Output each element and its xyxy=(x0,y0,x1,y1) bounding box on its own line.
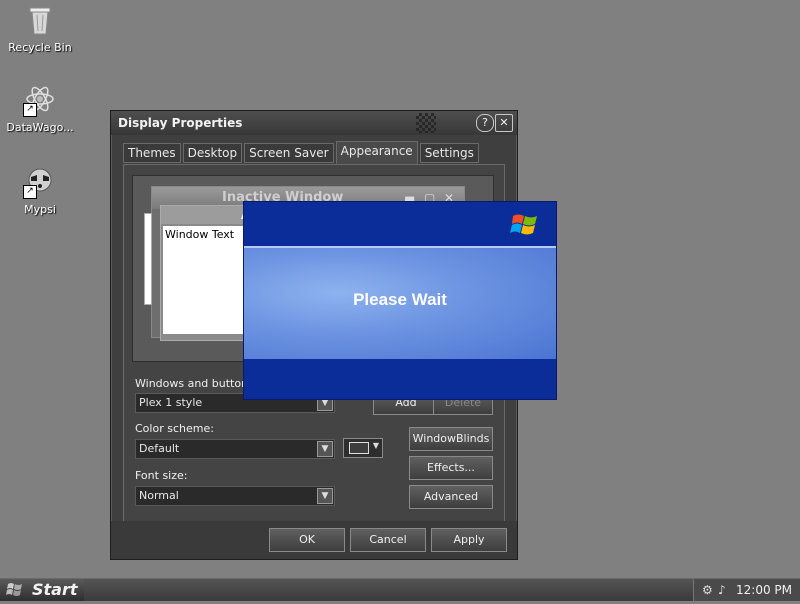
start-logo-icon xyxy=(6,582,24,598)
chevron-down-icon: ▼ xyxy=(317,441,333,457)
please-wait-text: Please Wait xyxy=(353,290,447,309)
tab-desktop[interactable]: Desktop xyxy=(182,143,243,163)
chevron-down-icon: ▼ xyxy=(372,441,379,450)
please-wait-overlay: Please Wait xyxy=(243,201,557,400)
clock[interactable]: 12:00 PM xyxy=(736,579,792,601)
desktop-icon-mypsi[interactable]: ↗ Mypsi xyxy=(0,165,80,216)
help-button[interactable]: ? xyxy=(476,114,494,132)
tab-appearance[interactable]: Appearance xyxy=(335,141,418,164)
windows-buttons-label: Windows and buttons: xyxy=(135,377,258,390)
apply-button[interactable]: Apply xyxy=(431,528,507,552)
close-button[interactable]: ✕ xyxy=(495,114,513,132)
font-size-value: Normal xyxy=(139,489,179,502)
color-scheme-label: Color scheme: xyxy=(135,422,214,435)
ok-button[interactable]: OK xyxy=(269,528,345,552)
mypsi-icon: ↗ xyxy=(23,165,57,199)
tab-strip: Themes Desktop Screen Saver Appearance S… xyxy=(123,141,481,164)
dialog-title: Display Properties xyxy=(118,116,243,130)
font-size-label: Font size: xyxy=(135,469,188,482)
recycle-bin-icon xyxy=(23,3,57,37)
desktop-icon-label: Recycle Bin xyxy=(8,41,72,54)
taskbar: Start ⚙ ♪ 12:00 PM xyxy=(0,578,800,601)
desktop-icon-label: DataWago... xyxy=(6,121,74,134)
advanced-button[interactable]: Advanced xyxy=(409,485,493,509)
tab-themes[interactable]: Themes xyxy=(123,143,181,163)
wait-message-band: Please Wait xyxy=(244,246,556,361)
color-picker-button[interactable]: ▼ xyxy=(343,438,383,458)
preview-window-text: Window Text xyxy=(163,226,245,334)
desktop-icon-label: Mypsi xyxy=(24,203,56,216)
tab-settings[interactable]: Settings xyxy=(419,143,479,163)
datawagon-icon: ↗ xyxy=(23,83,57,117)
color-scheme-value: Default xyxy=(139,442,180,455)
color-swatch xyxy=(349,442,369,454)
volume-icon[interactable]: ♪ xyxy=(718,583,732,597)
dialog-button-bar: OK Cancel Apply xyxy=(111,521,517,559)
font-size-select[interactable]: Normal ▼ xyxy=(135,486,335,506)
wait-top-band xyxy=(244,202,556,246)
titlebar-pattern xyxy=(416,113,436,133)
shortcut-arrow-icon: ↗ xyxy=(23,103,37,117)
network-icon[interactable]: ⚙ xyxy=(702,583,716,597)
windows-buttons-value: Plex 1 style xyxy=(139,396,203,409)
effects-button[interactable]: Effects... xyxy=(409,456,493,480)
desktop-icon-datawagon[interactable]: ↗ DataWago... xyxy=(0,83,80,134)
start-button[interactable]: Start xyxy=(0,579,84,601)
windows-logo-icon xyxy=(510,210,540,240)
cancel-button[interactable]: Cancel xyxy=(350,528,426,552)
tab-screen-saver[interactable]: Screen Saver xyxy=(244,143,334,163)
desktop-icon-recycle-bin[interactable]: Recycle Bin xyxy=(0,3,80,54)
windowblinds-button[interactable]: WindowBlinds xyxy=(409,427,493,451)
shortcut-arrow-icon: ↗ xyxy=(23,185,37,199)
color-scheme-select[interactable]: Default ▼ xyxy=(135,439,335,459)
start-label: Start xyxy=(32,580,78,599)
chevron-down-icon: ▼ xyxy=(317,488,333,504)
system-tray: ⚙ ♪ 12:00 PM xyxy=(693,579,800,601)
dialog-titlebar[interactable]: Display Properties ? ✕ xyxy=(111,111,517,135)
wait-bottom-band xyxy=(244,359,556,399)
preview-side-box xyxy=(144,213,152,305)
